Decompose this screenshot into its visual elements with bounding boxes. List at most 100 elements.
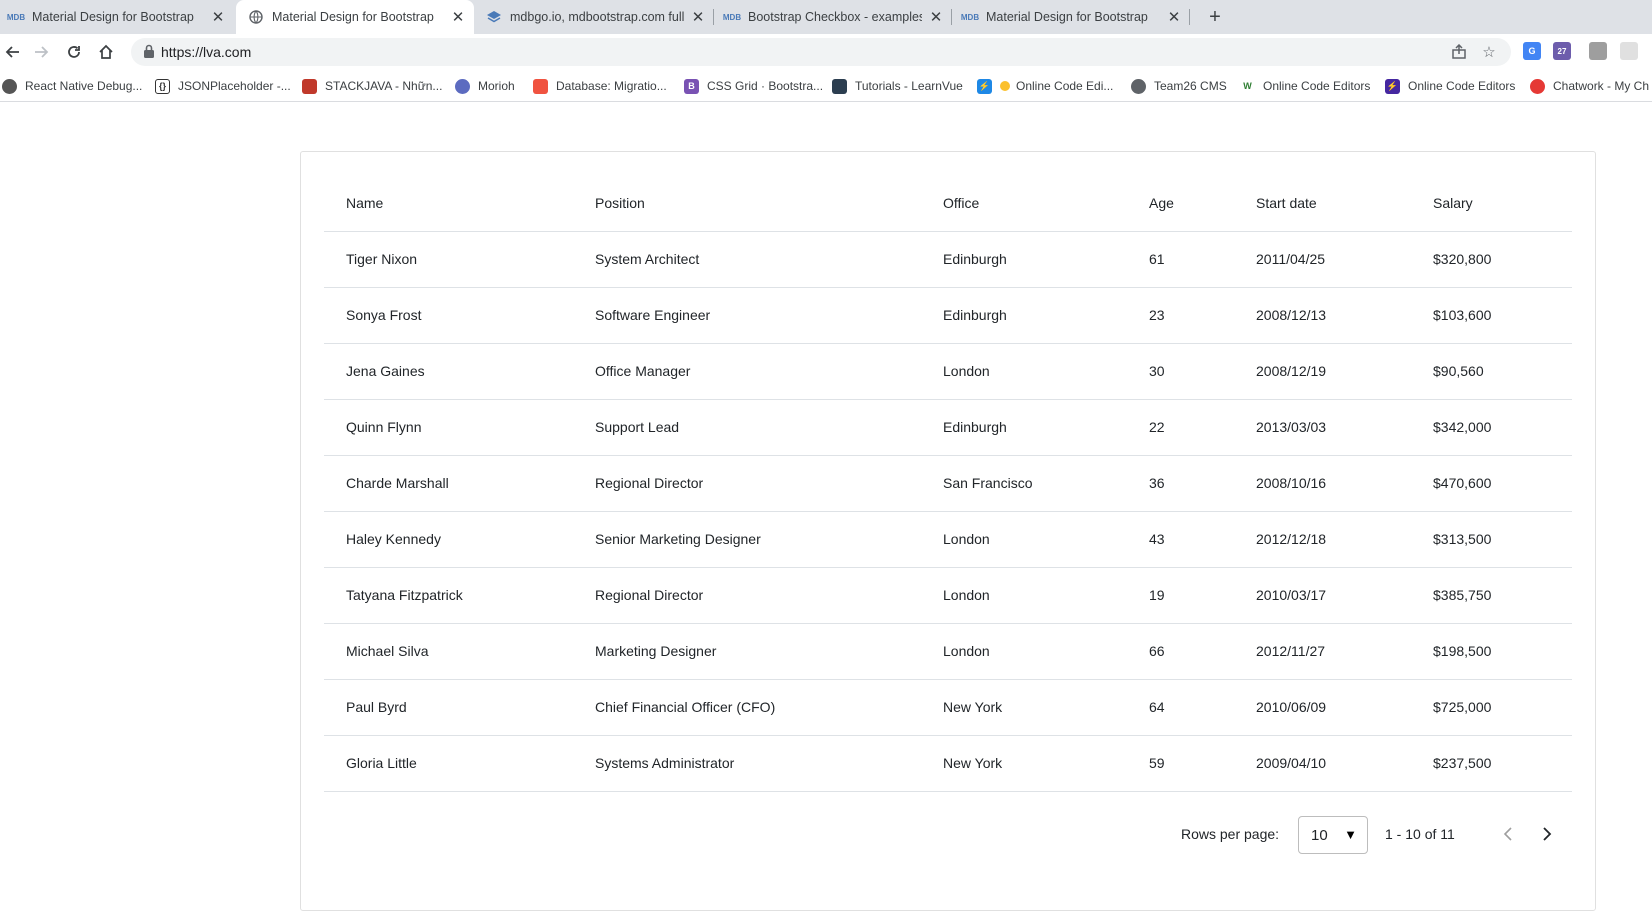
- column-header-age[interactable]: Age: [1127, 175, 1234, 232]
- table-row: Haley Kennedy Senior Marketing Designer …: [324, 511, 1572, 568]
- cell-salary: $313,500: [1411, 511, 1572, 568]
- tab-2[interactable]: Material Design for Bootstrap ✕: [236, 0, 474, 34]
- column-header-salary[interactable]: Salary: [1411, 175, 1572, 232]
- bookmark-item[interactable]: {} JSONPlaceholder -...: [155, 77, 291, 95]
- rows-per-page-value: 10: [1311, 827, 1328, 844]
- cell-position: Support Lead: [573, 399, 921, 456]
- column-header-name[interactable]: Name: [324, 175, 573, 232]
- close-icon[interactable]: ✕: [450, 9, 466, 26]
- bookmark-label: JSONPlaceholder -...: [178, 79, 291, 93]
- bookmarks-bar: React Native Debug... {} JSONPlaceholder…: [0, 70, 1652, 102]
- cell-age: 64: [1127, 679, 1234, 736]
- bookmark-item[interactable]: Chatwork - My Ch: [1530, 77, 1649, 95]
- next-page-button[interactable]: [1536, 823, 1558, 845]
- cell-salary: $103,600: [1411, 287, 1572, 344]
- tab-4[interactable]: MDB Bootstrap Checkbox - examples & ✕: [714, 0, 952, 34]
- tab-strip: MDB Material Design for Bootstrap ✕ Mate…: [0, 0, 1652, 34]
- rows-per-page-label: Rows per page:: [1181, 826, 1280, 842]
- cell-position: Software Engineer: [573, 287, 921, 344]
- tab-3[interactable]: mdbgo.io, mdbootstrap.com full ✕: [476, 0, 714, 34]
- rows-per-page-select[interactable]: 10 ▼: [1298, 816, 1368, 854]
- profile-icon[interactable]: [1620, 42, 1638, 60]
- close-icon[interactable]: ✕: [210, 9, 226, 26]
- close-icon[interactable]: ✕: [1166, 9, 1182, 26]
- share-icon[interactable]: [1450, 43, 1468, 61]
- chevron-right-icon: [1543, 827, 1552, 841]
- cell-age: 66: [1127, 623, 1234, 680]
- home-icon[interactable]: [94, 40, 118, 64]
- bookmark-item[interactable]: React Native Debug...: [2, 77, 142, 95]
- cell-office: Edinburgh: [921, 287, 1127, 344]
- previous-page-button[interactable]: [1497, 823, 1519, 845]
- stackjava-icon: [302, 78, 317, 94]
- close-icon[interactable]: ✕: [928, 9, 944, 26]
- tab-title: mdbgo.io, mdbootstrap.com full: [510, 10, 684, 24]
- cell-position: Office Manager: [573, 343, 921, 400]
- bookmark-item[interactable]: Tutorials - LearnVue: [832, 77, 963, 95]
- stack-icon: [486, 9, 502, 25]
- close-icon[interactable]: ✕: [690, 9, 706, 26]
- bookmark-item[interactable]: Morioh: [455, 77, 515, 95]
- new-tab-button[interactable]: +: [1203, 5, 1227, 29]
- table-row: Tiger Nixon System Architect Edinburgh 6…: [324, 231, 1572, 288]
- cell-age: 23: [1127, 287, 1234, 344]
- react-icon: [2, 78, 17, 94]
- tab-separator: [1189, 9, 1190, 25]
- cell-name: Tiger Nixon: [324, 231, 573, 288]
- mdb-logo-icon: MDB: [6, 12, 26, 22]
- cell-start-date: 2008/12/13: [1234, 287, 1411, 344]
- cell-start-date: 2013/03/03: [1234, 399, 1411, 456]
- data-table: Name Position Office Age Start date Sala…: [324, 175, 1572, 792]
- reload-icon[interactable]: [62, 40, 86, 64]
- column-header-position[interactable]: Position: [573, 175, 921, 232]
- cell-start-date: 2012/12/18: [1234, 511, 1411, 568]
- cell-start-date: 2010/06/09: [1234, 679, 1411, 736]
- bookmark-label: Morioh: [478, 79, 515, 93]
- cell-position: Regional Director: [573, 567, 921, 624]
- extension-badge-icon[interactable]: 27: [1553, 42, 1571, 60]
- bookmark-item[interactable]: W Online Code Editors: [1240, 77, 1370, 95]
- cell-office: London: [921, 623, 1127, 680]
- cell-age: 22: [1127, 399, 1234, 456]
- laravel-icon: [533, 78, 548, 94]
- bookmark-item[interactable]: ⚡ Online Code Edi...: [977, 77, 1113, 95]
- tab-5[interactable]: MDB Material Design for Bootstrap ✕: [952, 0, 1190, 34]
- table-row: Jena Gaines Office Manager London 30 200…: [324, 343, 1572, 400]
- cell-position: Chief Financial Officer (CFO): [573, 679, 921, 736]
- bookmark-item[interactable]: B CSS Grid · Bootstra...: [684, 77, 823, 95]
- tab-title: Bootstrap Checkbox - examples &: [748, 10, 922, 24]
- bookmark-label: Online Code Editors: [1408, 79, 1516, 93]
- w-icon: W: [1240, 78, 1255, 94]
- star-icon[interactable]: ☆: [1480, 43, 1498, 61]
- forward-arrow-icon[interactable]: [30, 40, 54, 64]
- address-bar[interactable]: https://lva.com ☆: [131, 38, 1511, 66]
- tab-title: Material Design for Bootstrap: [986, 10, 1148, 24]
- cell-position: System Architect: [573, 231, 921, 288]
- cell-age: 59: [1127, 735, 1234, 792]
- chevron-left-icon: [1503, 827, 1512, 841]
- back-arrow-icon[interactable]: [0, 40, 24, 64]
- cell-name: Quinn Flynn: [324, 399, 573, 456]
- extensions-icon[interactable]: [1589, 42, 1607, 60]
- bookmark-item[interactable]: Database: Migratio...: [533, 77, 667, 95]
- cell-name: Michael Silva: [324, 623, 573, 680]
- cell-office: San Francisco: [921, 455, 1127, 512]
- lock-icon[interactable]: [143, 44, 157, 60]
- url-text[interactable]: https://lva.com: [161, 44, 251, 60]
- cell-salary: $385,750: [1411, 567, 1572, 624]
- column-header-office[interactable]: Office: [921, 175, 1127, 232]
- cell-start-date: 2011/04/25: [1234, 231, 1411, 288]
- bootstrap-icon: B: [684, 78, 699, 94]
- bookmark-item[interactable]: ⚡ Online Code Editors: [1385, 77, 1515, 95]
- translate-icon[interactable]: G: [1523, 42, 1541, 60]
- bookmark-item[interactable]: STACKJAVA - Nhữn...: [302, 77, 442, 95]
- cell-office: New York: [921, 679, 1127, 736]
- column-header-start-date[interactable]: Start date: [1234, 175, 1411, 232]
- cell-office: Edinburgh: [921, 231, 1127, 288]
- tab-1[interactable]: MDB Material Design for Bootstrap ✕: [0, 0, 234, 34]
- bookmark-label: Team26 CMS: [1154, 79, 1227, 93]
- cell-position: Marketing Designer: [573, 623, 921, 680]
- table-row: Michael Silva Marketing Designer London …: [324, 623, 1572, 680]
- bookmark-item[interactable]: Team26 CMS: [1131, 77, 1227, 95]
- json-icon: {}: [155, 78, 170, 94]
